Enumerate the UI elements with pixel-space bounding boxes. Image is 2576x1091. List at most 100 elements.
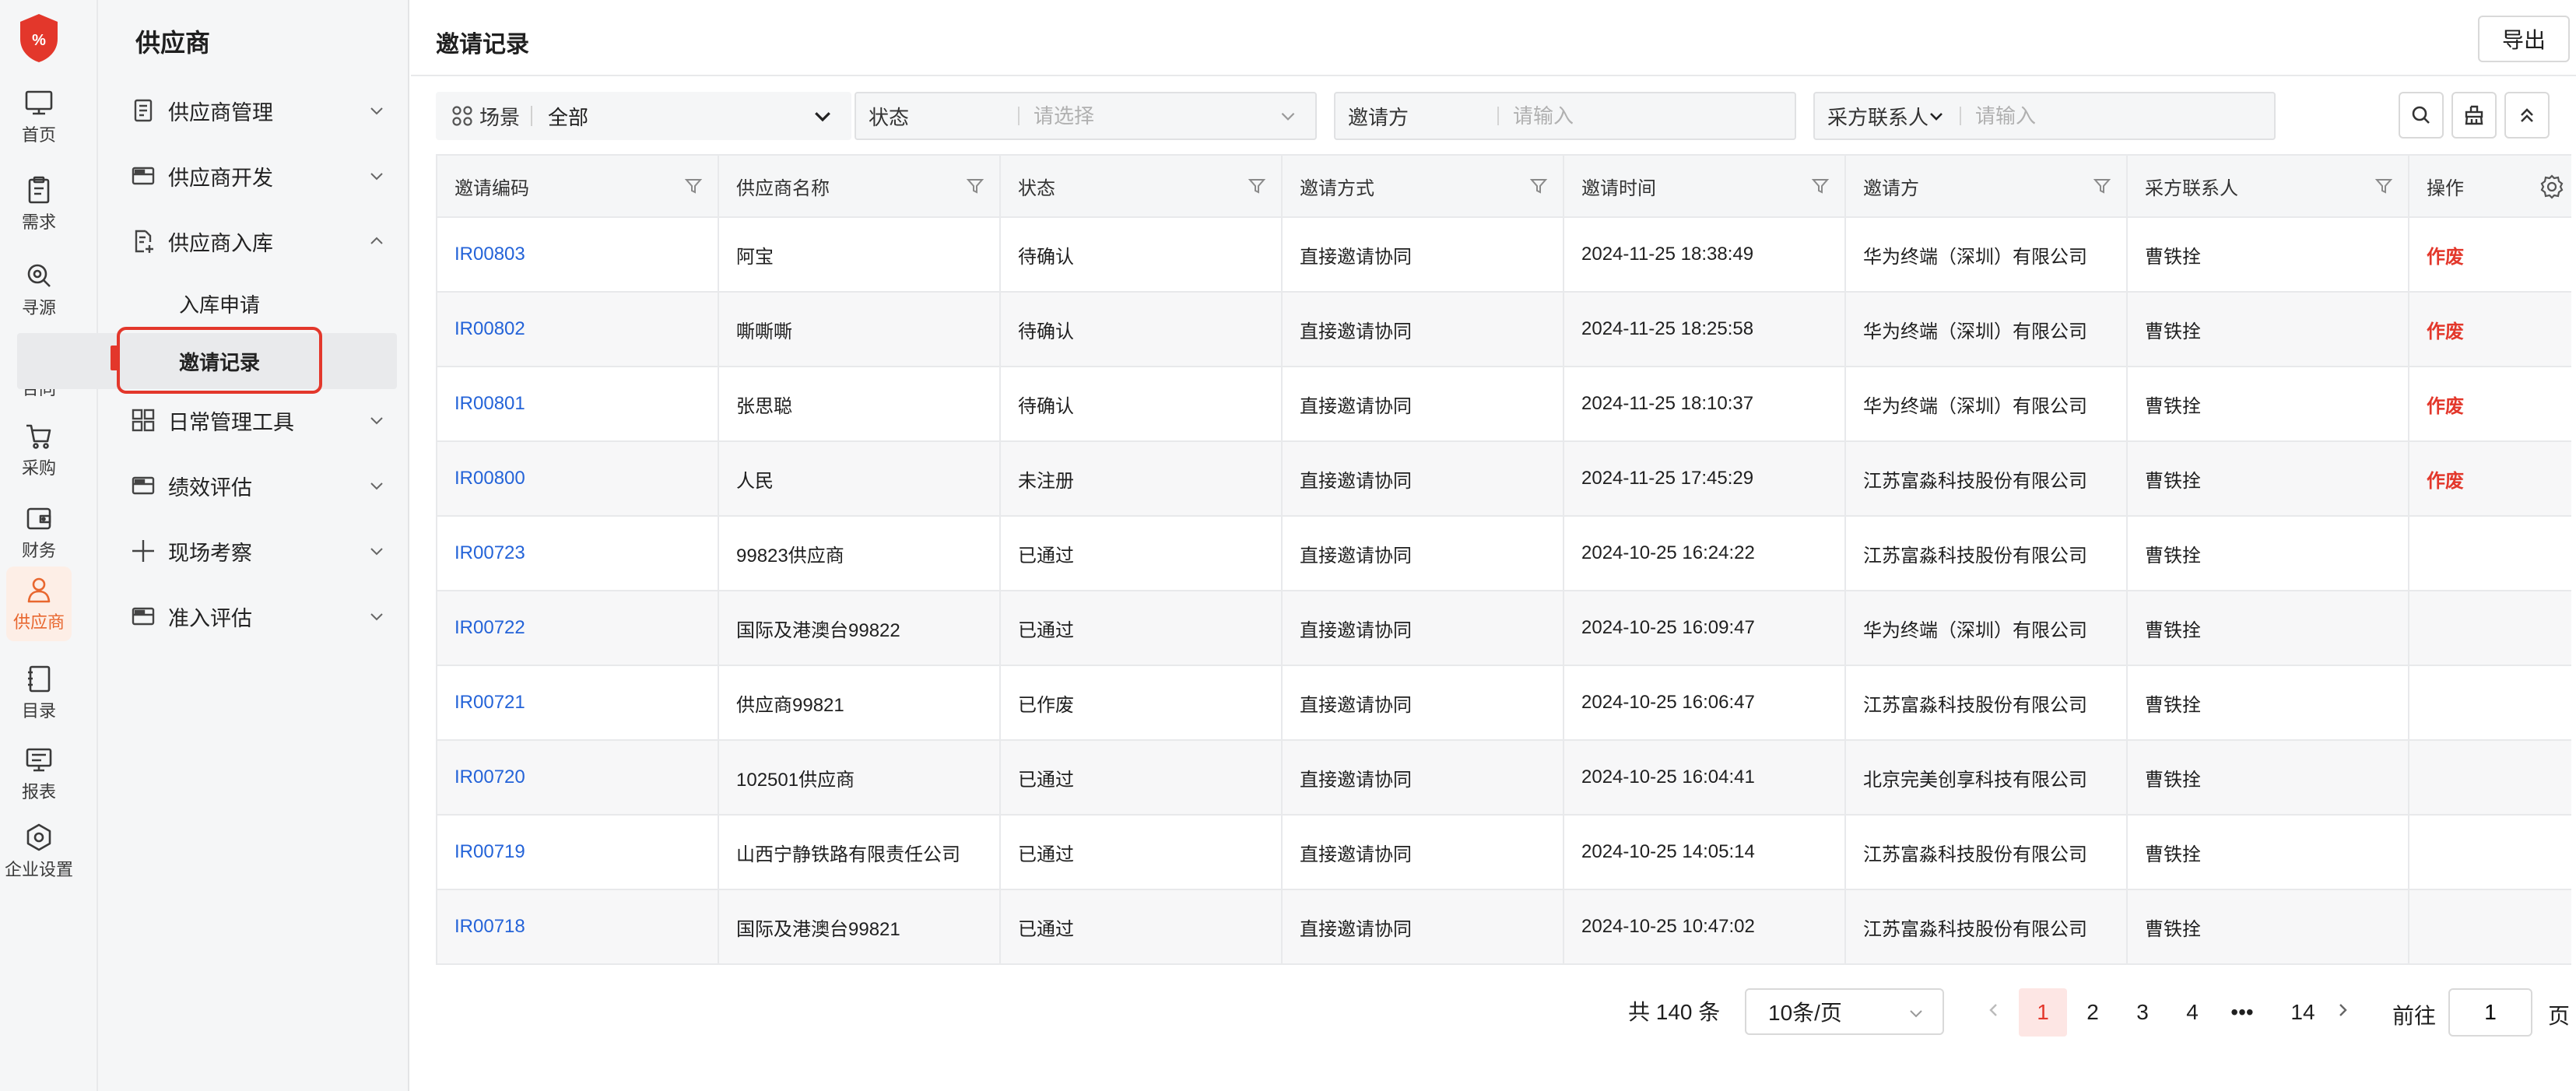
invite-code-link[interactable]: IR00803 — [454, 244, 525, 265]
cell-text: 人民 — [736, 470, 774, 492]
table-cell-supplier: 嘶嘶嘶 — [719, 293, 1001, 366]
invite-code-link[interactable]: IR00722 — [454, 617, 525, 639]
search-button[interactable] — [2399, 92, 2444, 139]
table-cell-method: 直接邀请协同 — [1283, 442, 1564, 515]
page-size-select[interactable]: 10条/页 — [1745, 988, 1944, 1035]
table-cell-method: 直接邀请协同 — [1283, 591, 1564, 665]
chevron-down-icon[interactable] — [1927, 107, 1946, 125]
invite-code-link[interactable]: IR00720 — [454, 767, 525, 788]
table-cell-contact: 曹铁拴 — [2128, 890, 2409, 963]
rail-item-label: 目录 — [21, 701, 56, 721]
invite-code-link[interactable]: IR00718 — [454, 916, 525, 938]
table-cell-time: 2024-10-25 10:47:02 — [1564, 890, 1846, 963]
column-filter-icon[interactable] — [2374, 176, 2394, 196]
table-cell-code: IR00800 — [437, 442, 719, 515]
nav-sub-item-inbound-apply[interactable]: 入库申请 — [179, 289, 260, 318]
cell-text: 直接邀请协同 — [1300, 470, 1412, 492]
invite-code-link[interactable]: IR00802 — [454, 318, 525, 340]
cell-text: 102501供应商 — [736, 769, 855, 791]
contact-filter-label[interactable]: 采方联系人 — [1827, 102, 1928, 131]
clear-filters-button[interactable] — [2451, 92, 2497, 139]
cell-text: 2024-10-25 14:05:14 — [1581, 841, 1755, 862]
broom-icon — [2465, 105, 2483, 125]
column-header-label: 供应商名称 — [736, 177, 830, 199]
contact-input[interactable] — [1975, 103, 2274, 128]
rail-item-5[interactable]: 采购 — [6, 412, 72, 487]
column-filter-icon[interactable] — [2092, 176, 2112, 196]
chevron-double-up-icon — [2521, 108, 2533, 122]
nav-group-2[interactable]: 供应商开发 — [129, 153, 386, 199]
inviter-input[interactable] — [1513, 103, 1795, 128]
cell-text: 曹铁拴 — [2145, 470, 2201, 492]
invite-code-link[interactable]: IR00721 — [454, 692, 525, 714]
rail-item-7[interactable]: 供应商 — [6, 567, 72, 641]
nav-sub-item-invite-records[interactable]: 邀请记录 — [179, 347, 260, 376]
column-filter-icon[interactable] — [965, 176, 985, 196]
page-ellipsis[interactable]: ••• — [2218, 988, 2266, 1037]
nav-group-5[interactable]: 绩效评估 — [129, 462, 386, 509]
rail-item-9[interactable]: 报表 — [6, 736, 72, 811]
goto-page-input[interactable] — [2448, 988, 2532, 1037]
void-action-link[interactable]: 作废 — [2427, 391, 2464, 418]
column-filter-icon[interactable] — [1247, 176, 1267, 196]
void-action-link[interactable]: 作废 — [2427, 316, 2464, 343]
table-row: IR00803 阿宝 待确认 直接邀请协同 2024-11-25 18:38:49 华为终… — [437, 218, 2571, 293]
status-filter[interactable]: 状态 — [855, 92, 1317, 140]
search-source-icon — [27, 264, 51, 287]
prev-page-icon[interactable] — [1983, 999, 2005, 1021]
nav-group-6[interactable]: 现场考察 — [129, 528, 386, 574]
column-filter-icon[interactable] — [683, 176, 704, 196]
nav-group-1[interactable]: 供应商管理 — [129, 87, 386, 134]
table-cell-method: 直接邀请协同 — [1283, 367, 1564, 440]
export-button[interactable]: 导出 — [2478, 16, 2570, 62]
page-size-value: 10条/页 — [1768, 1001, 1842, 1025]
inviter-filter[interactable]: 邀请方 — [1334, 92, 1796, 140]
rail-item-2[interactable]: 需求 — [6, 167, 72, 241]
rail-item-6[interactable]: 财务 — [6, 495, 72, 570]
rail-item-10[interactable]: 企业设置 — [5, 814, 73, 889]
cell-text: 待确认 — [1018, 395, 1074, 417]
column-filter-icon[interactable] — [1810, 176, 1830, 196]
column-header-label: 邀请方 — [1863, 177, 1919, 199]
rail-item-3[interactable]: 寻源 — [6, 252, 72, 327]
void-action-link[interactable]: 作废 — [2427, 241, 2464, 268]
scene-select[interactable]: 场景 全部 — [436, 92, 851, 140]
invite-code-link[interactable]: IR00719 — [454, 841, 525, 863]
invite-code-link[interactable]: IR00801 — [454, 393, 525, 415]
page-number[interactable]: 3 — [2118, 988, 2167, 1037]
collapse-filters-button[interactable] — [2504, 92, 2550, 139]
table-cell-contact: 曹铁拴 — [2128, 816, 2409, 889]
page-number[interactable]: 4 — [2168, 988, 2216, 1037]
nav-group-4[interactable]: 日常管理工具 — [129, 397, 386, 444]
cell-text: 曹铁拴 — [2145, 395, 2201, 417]
page-number[interactable]: 2 — [2069, 988, 2117, 1037]
cell-text: 江苏富淼科技股份有限公司 — [1863, 844, 2087, 865]
cell-text: 曹铁拴 — [2145, 619, 2201, 641]
cell-text: 直接邀请协同 — [1300, 694, 1412, 716]
cell-text: 未注册 — [1018, 470, 1074, 492]
rail-item-8[interactable]: 目录 — [6, 655, 72, 730]
column-filter-icon[interactable] — [1528, 176, 1549, 196]
invite-code-link[interactable]: IR00800 — [454, 468, 525, 489]
next-page-icon[interactable] — [2332, 999, 2353, 1021]
column-header-label: 邀请编码 — [454, 177, 529, 199]
nav-group-7[interactable]: 准入评估 — [129, 593, 386, 640]
page-number[interactable]: 1 — [2019, 988, 2067, 1037]
page-number[interactable]: 14 — [2279, 988, 2327, 1037]
rail-item-label: 报表 — [21, 782, 56, 802]
cell-text: 曹铁拴 — [2145, 321, 2201, 342]
void-action-link[interactable]: 作废 — [2427, 465, 2464, 493]
cell-text: 已通过 — [1018, 844, 1074, 865]
contact-filter[interactable]: 采方联系人 — [1813, 92, 2276, 140]
app-logo[interactable]: % — [17, 12, 61, 64]
invite-code-link[interactable]: IR00723 — [454, 542, 525, 564]
rail-item-1[interactable]: 首页 — [6, 79, 72, 154]
cell-text: 曹铁拴 — [2145, 844, 2201, 865]
rail-item-label: 采购 — [21, 458, 56, 478]
table-cell-inviter: 江苏富淼科技股份有限公司 — [1846, 890, 2128, 963]
cell-text: 直接邀请协同 — [1300, 545, 1412, 567]
status-select-input[interactable] — [1034, 103, 1278, 128]
gear-icon[interactable] — [2539, 173, 2565, 199]
table-cell-supplier: 人民 — [719, 442, 1001, 515]
nav-group-3[interactable]: 供应商入库 — [129, 218, 386, 265]
